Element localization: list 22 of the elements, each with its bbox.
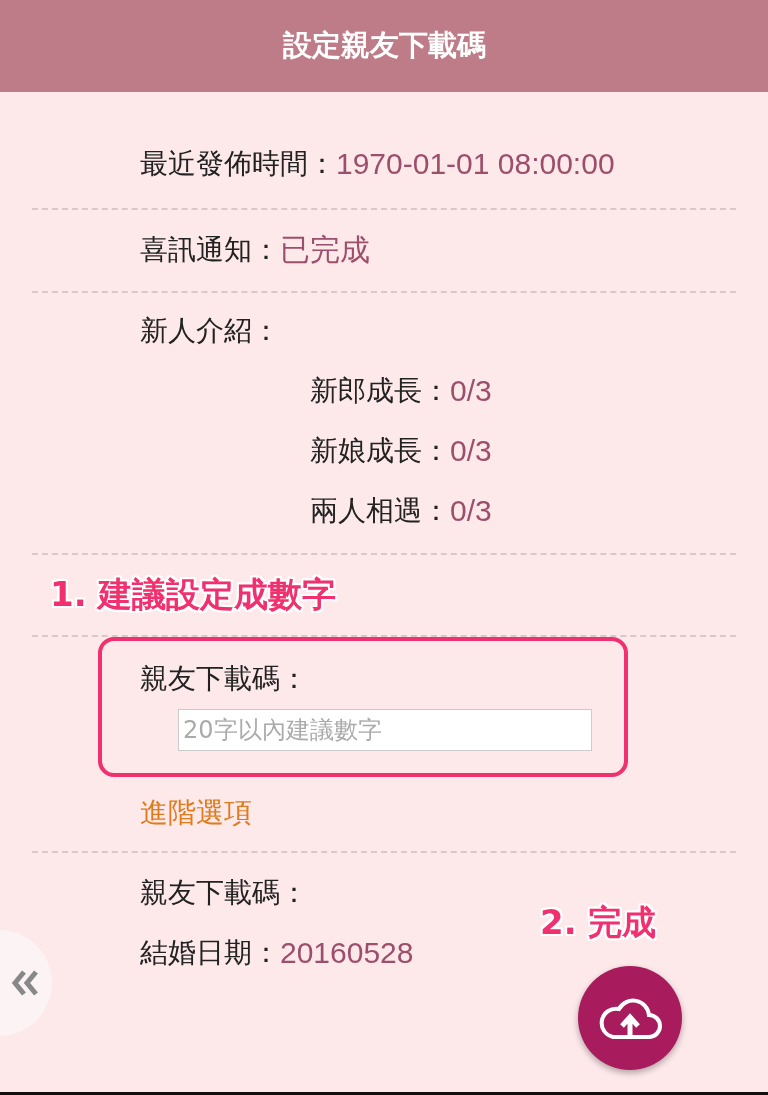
field-value: 0/3 (450, 434, 492, 468)
field-label: 親友下載碼： (140, 875, 308, 911)
page-title: 設定親友下載碼 (282, 27, 486, 64)
field-label: 最近發佈時間： (140, 146, 336, 182)
section-label: 新人介紹： (140, 313, 280, 349)
advanced-options-link[interactable]: 進階選項 (140, 794, 252, 832)
annotation-text: 1. 建議設定成數字 (50, 573, 337, 616)
field-label: 兩人相遇： (310, 493, 450, 529)
double-chevron-icon (10, 968, 40, 998)
annotation-text: 2. 完成 (540, 901, 657, 944)
field-label: 新娘成長： (310, 433, 450, 469)
upload-button[interactable] (578, 966, 682, 1070)
field-label: 結婚日期： (140, 935, 280, 971)
field-label: 喜訊通知： (140, 232, 280, 268)
field-value: 20160528 (280, 936, 414, 970)
field-value: 已完成 (280, 231, 370, 268)
field-label: 親友下載碼： (140, 661, 308, 697)
field-value: 0/3 (450, 494, 492, 528)
input-field[interactable]: 20字以內建議數字 (178, 709, 592, 751)
field-label: 新郎成長： (310, 373, 450, 409)
field-value: 0/3 (450, 374, 492, 408)
field-value: 1970-01-01 08:00:00 (336, 147, 615, 181)
